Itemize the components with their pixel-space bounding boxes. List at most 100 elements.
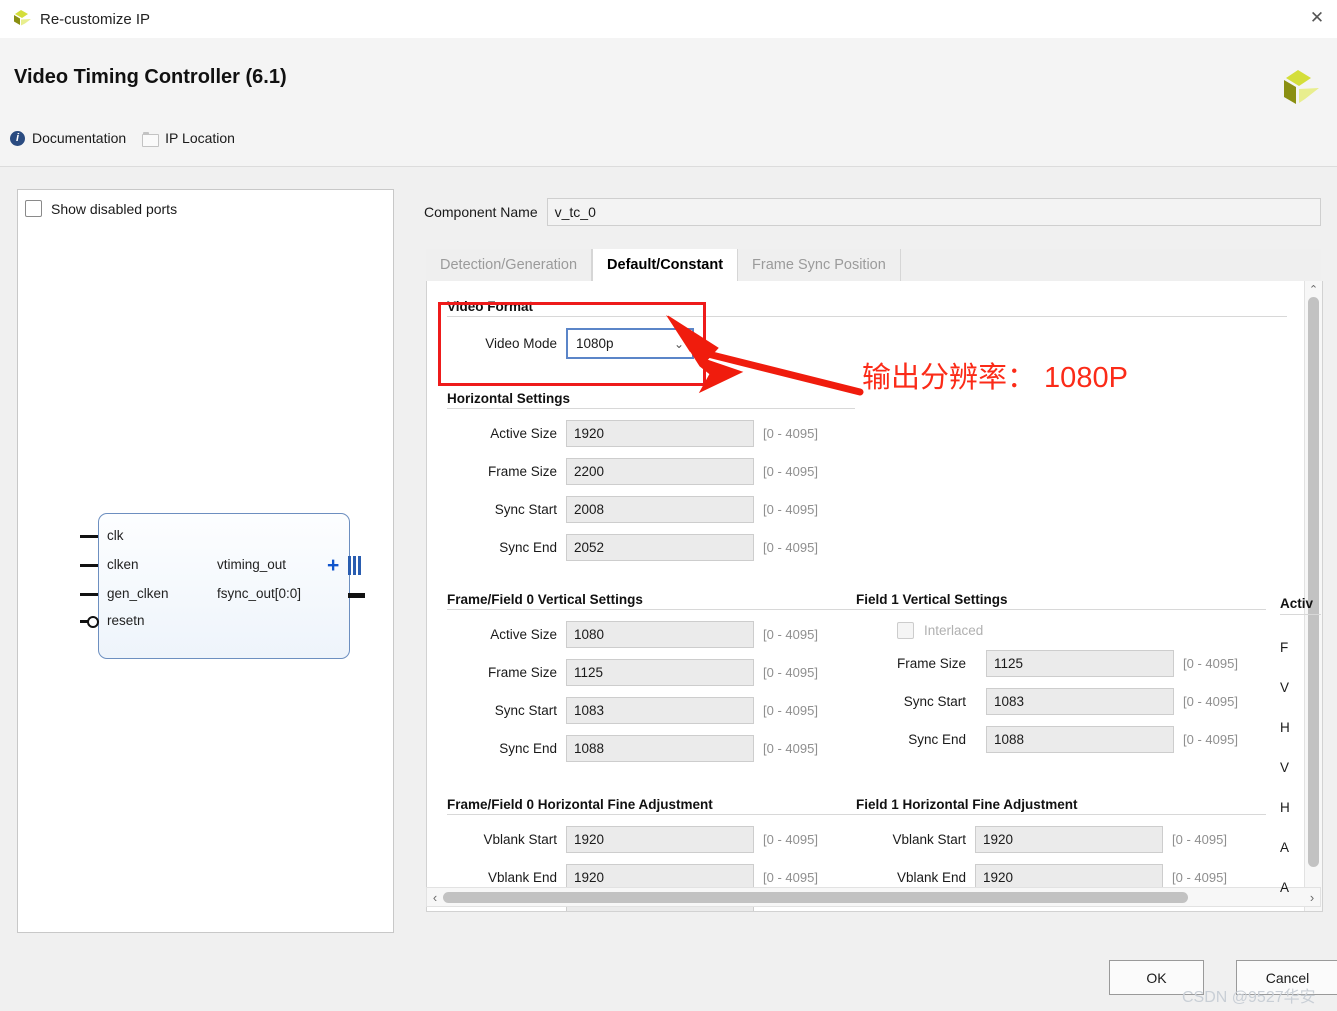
h-sync-start-input[interactable]: 2008: [566, 496, 754, 523]
group-title: Horizontal Settings: [447, 391, 571, 406]
field-label: Sync Start: [903, 694, 966, 709]
ip-location-link[interactable]: IP Location: [142, 130, 235, 147]
component-name-input[interactable]: v_tc_0: [546, 198, 1321, 226]
field-range: [0 - 4095]: [763, 703, 818, 718]
v1-sync-end-input[interactable]: 1088: [986, 726, 1174, 753]
field-label: Sync End: [499, 741, 557, 756]
field-label: Sync End: [908, 732, 966, 747]
horizontal-scroll-thumb[interactable]: [443, 892, 1188, 903]
video-mode-select[interactable]: 1080p ⌄: [566, 328, 694, 359]
field-row: Sync Start 2008 [0 - 4095]: [447, 496, 855, 523]
clipped-item: A: [1280, 880, 1290, 895]
window-title: Re-customize IP: [40, 10, 151, 28]
tab-label: Default/Constant: [607, 257, 724, 273]
component-name-row: Component Name v_tc_0: [424, 197, 1321, 227]
close-icon[interactable]: ✕: [1307, 8, 1327, 28]
pin-inverter-circle-icon: [87, 616, 99, 628]
pin-stub-gen_clken: [80, 593, 98, 596]
interlaced-checkbox[interactable]: [897, 622, 914, 639]
tab-label: Frame Sync Position: [752, 257, 886, 273]
field-range: [0 - 4095]: [1183, 694, 1238, 709]
clipped-item: A: [1280, 840, 1290, 855]
tab-frame-sync-position[interactable]: Frame Sync Position: [738, 249, 901, 281]
field-label: Frame Size: [487, 665, 557, 680]
group-divider: [447, 316, 1287, 317]
field-label: Sync Start: [494, 502, 557, 517]
horizontal-scrollbar[interactable]: ‹ ›: [426, 887, 1321, 907]
bus-expand-plus-icon[interactable]: +: [327, 555, 339, 576]
dialog-header: Video Timing Controller (6.1) i Document…: [0, 38, 1337, 167]
group-frame-field0-vertical: Frame/Field 0 Vertical Settings Active S…: [447, 592, 857, 762]
v0-sync-end-input[interactable]: 1088: [566, 735, 754, 762]
group-title: Field 1 Vertical Settings: [856, 592, 1008, 607]
show-disabled-ports-label: Show disabled ports: [51, 200, 178, 217]
h0-vblank-start-input[interactable]: 1920: [566, 826, 754, 853]
clipped-active-column: Activ F V H V H A A: [1280, 596, 1321, 916]
scroll-left-icon[interactable]: ‹: [427, 888, 443, 906]
clipped-item: H: [1280, 800, 1290, 815]
field-row: Sync End 1088 [0 - 4095]: [856, 726, 1266, 753]
field-range: [0 - 4095]: [763, 464, 818, 479]
field-row: Sync Start 1083 [0 - 4095]: [856, 688, 1266, 715]
port-label-vtiming_out: vtiming_out: [217, 557, 287, 572]
show-disabled-ports-checkbox[interactable]: [25, 200, 42, 217]
port-label-resetn: resetn: [107, 613, 145, 628]
field-label: Vblank End: [896, 870, 966, 885]
port-label-clken: clken: [107, 557, 139, 572]
field-range: [0 - 4095]: [1183, 732, 1238, 747]
clipped-item: F: [1280, 640, 1289, 655]
field-label: Video Mode: [485, 336, 557, 351]
field-range: [0 - 4095]: [763, 540, 818, 555]
h-frame-size-input[interactable]: 2200: [566, 458, 754, 485]
v0-active-size-input[interactable]: 1080: [566, 621, 754, 648]
group-video-format: Video Format Video Mode 1080p ⌄: [447, 299, 1287, 359]
annotation-text: 输出分辨率： 1080P: [862, 362, 1128, 394]
field-row: Vblank Start 1920 [0 - 4095]: [447, 826, 857, 853]
group-divider: [447, 609, 857, 610]
v1-frame-size-input[interactable]: 1125: [986, 650, 1174, 677]
h-sync-end-input[interactable]: 2052: [566, 534, 754, 561]
field-label: Frame Size: [896, 656, 966, 671]
group-title: Frame/Field 0 Horizontal Fine Adjustment: [447, 797, 713, 812]
tab-detection-generation[interactable]: Detection/Generation: [426, 249, 593, 281]
clipped-column-title: Activ: [1280, 596, 1314, 611]
group-horizontal-settings: Horizontal Settings Active Size 1920 [0 …: [447, 391, 855, 561]
info-icon: i: [10, 130, 25, 146]
field-row: Sync End 2052 [0 - 4095]: [447, 534, 855, 561]
scroll-up-icon[interactable]: ⌃: [1305, 281, 1322, 297]
field-range: [0 - 4095]: [1172, 870, 1227, 885]
interlaced-row[interactable]: Interlaced: [897, 622, 1266, 639]
watermark: CSDN @9527华安: [1182, 989, 1316, 1006]
field-label: Sync Start: [494, 703, 557, 718]
v0-frame-size-input[interactable]: 1125: [566, 659, 754, 686]
group-divider: [447, 408, 855, 409]
pin-stub-clk: [80, 535, 98, 538]
v1-sync-start-input[interactable]: 1083: [986, 688, 1174, 715]
window-titlebar: Re-customize IP ✕: [0, 0, 1337, 39]
field-label: Vblank End: [487, 870, 557, 885]
group-title: Video Format: [447, 299, 534, 314]
component-name-label: Component Name: [424, 204, 538, 220]
h1-vblank-start-input[interactable]: 1920: [975, 826, 1163, 853]
port-label-gen_clken: gen_clken: [107, 586, 169, 601]
field-row: Frame Size 2200 [0 - 4095]: [447, 458, 855, 485]
field-label: Vblank Start: [483, 832, 557, 847]
group-field1-hfine: Field 1 Horizontal Fine Adjustment Vblan…: [856, 797, 1266, 891]
field-row: Active Size 1920 [0 - 4095]: [447, 420, 855, 447]
ip-block-diagram: clk clken gen_clken resetn vtiming_out f…: [80, 503, 365, 663]
group-divider: [1280, 614, 1321, 615]
group-divider: [447, 814, 857, 815]
xilinx-brand-logo-icon: [1275, 66, 1321, 112]
field-label: Active Size: [490, 426, 557, 441]
field-row: Sync End 1088 [0 - 4095]: [447, 735, 857, 762]
clipped-item: V: [1280, 760, 1290, 775]
tab-default-constant[interactable]: Default/Constant: [592, 249, 739, 281]
documentation-link[interactable]: i Documentation: [10, 130, 126, 146]
field-range: [0 - 4095]: [763, 627, 818, 642]
show-disabled-ports-row[interactable]: Show disabled ports: [25, 200, 177, 217]
h-active-size-input[interactable]: 1920: [566, 420, 754, 447]
field-label: Vblank Start: [892, 832, 966, 847]
v0-sync-start-input[interactable]: 1083: [566, 697, 754, 724]
pin-stub-fsync_out: [348, 593, 365, 598]
tab-bar: Detection/Generation Default/Constant Fr…: [426, 249, 1321, 282]
